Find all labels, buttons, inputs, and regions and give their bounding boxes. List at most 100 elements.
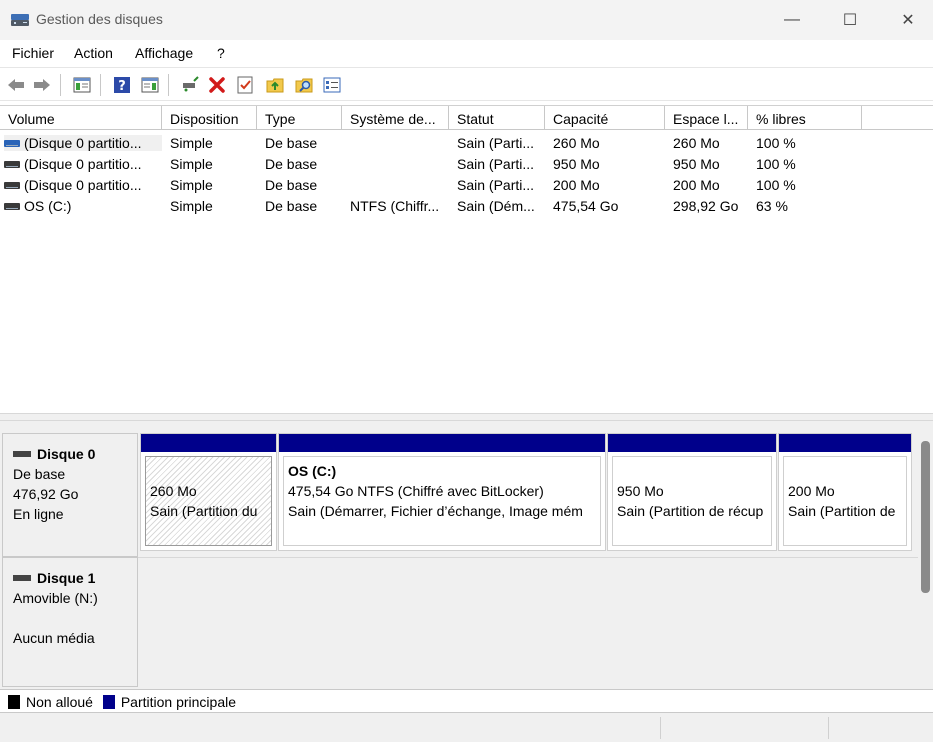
disk-0-state: En ligne bbox=[13, 506, 64, 522]
cell-type: De base bbox=[265, 135, 318, 151]
partition-status: Sain (Partition du bbox=[150, 503, 258, 519]
cell-espace-libre: 950 Mo bbox=[673, 156, 720, 172]
menu-help[interactable]: ? bbox=[217, 45, 225, 61]
partition-last[interactable]: 200 Mo Sain (Partition de bbox=[778, 433, 912, 551]
toolbar-separator bbox=[100, 74, 101, 96]
legend-label-unallocated: Non alloué bbox=[26, 694, 93, 710]
window-title: Gestion des disques bbox=[36, 11, 163, 27]
properties-icon[interactable] bbox=[322, 75, 342, 95]
partition-name: OS (C:) bbox=[288, 463, 337, 479]
cell-type: De base bbox=[265, 156, 318, 172]
cell-espace-libre: 260 Mo bbox=[673, 135, 720, 151]
column-header-filesystem[interactable]: Système de... bbox=[342, 106, 449, 130]
menu-bar: Fichier Action Affichage ? bbox=[0, 40, 933, 67]
cell-volume: OS (C:) bbox=[4, 198, 162, 214]
forward-arrow-icon[interactable] bbox=[32, 75, 52, 95]
table-row[interactable]: (Disque 0 partitio... Simple De base Sai… bbox=[0, 175, 933, 196]
disk-1-area bbox=[138, 557, 918, 687]
column-header-type[interactable]: Type bbox=[257, 106, 342, 130]
table-row[interactable]: (Disque 0 partitio... Simple De base Sai… bbox=[0, 154, 933, 175]
disk-icon bbox=[13, 574, 31, 581]
back-arrow-icon[interactable] bbox=[6, 75, 26, 95]
cell-volume: (Disque 0 partitio... bbox=[4, 156, 162, 172]
partition-body: OS (C:) 475,54 Go NTFS (Chiffré avec Bit… bbox=[283, 456, 601, 546]
svg-text:?: ? bbox=[118, 79, 126, 94]
scrollbar-thumb[interactable] bbox=[921, 441, 930, 593]
disk-graphical-view: Disque 0 De base 476,92 Go En ligne 260 … bbox=[0, 421, 918, 689]
status-bar bbox=[0, 713, 933, 742]
table-row[interactable]: OS (C:) Simple De base NTFS (Chiffr... S… bbox=[0, 196, 933, 217]
menu-affichage[interactable]: Affichage bbox=[135, 45, 193, 61]
cell-pourcent-libres: 100 % bbox=[756, 177, 796, 193]
volume-list: Volume Disposition Type Système de... St… bbox=[0, 105, 933, 413]
toolbar: ? bbox=[0, 67, 933, 101]
partition-size: 475,54 Go NTFS (Chiffré avec BitLocker) bbox=[288, 483, 544, 499]
properties-pane-icon[interactable] bbox=[140, 75, 160, 95]
drive-icon bbox=[4, 139, 20, 147]
partition-size: 260 Mo bbox=[150, 483, 197, 499]
checklist-icon[interactable] bbox=[235, 75, 255, 95]
close-button[interactable]: ✕ bbox=[879, 0, 933, 40]
cell-capacite: 200 Mo bbox=[553, 177, 600, 193]
column-header-capacite[interactable]: Capacité bbox=[545, 106, 665, 130]
partition-bar bbox=[141, 434, 276, 452]
help-icon[interactable]: ? bbox=[112, 75, 132, 95]
cell-pourcent-libres: 100 % bbox=[756, 135, 796, 151]
cell-volume-text: (Disque 0 partitio... bbox=[24, 156, 142, 172]
column-header-disposition[interactable]: Disposition bbox=[162, 106, 257, 130]
legend: Non alloué Partition principale bbox=[0, 689, 933, 713]
vertical-scrollbar[interactable] bbox=[918, 421, 933, 689]
cell-disposition: Simple bbox=[170, 198, 213, 214]
toolbar-separator bbox=[168, 74, 169, 96]
partition-status: Sain (Partition de récup bbox=[617, 503, 764, 519]
column-header-volume[interactable]: Volume bbox=[0, 106, 162, 130]
console-tree-icon[interactable] bbox=[72, 75, 92, 95]
partition-status: Sain (Partition de bbox=[788, 503, 896, 519]
column-header-empty bbox=[862, 106, 933, 130]
column-header-pourcent-libres[interactable]: % libres bbox=[748, 106, 862, 130]
cell-disposition: Simple bbox=[170, 177, 213, 193]
disk-0-label[interactable]: Disque 0 De base 476,92 Go En ligne bbox=[2, 433, 138, 557]
table-row[interactable]: (Disque 0 partitio... Simple De base Sai… bbox=[0, 133, 933, 154]
cell-pourcent-libres: 100 % bbox=[756, 156, 796, 172]
drive-icon bbox=[4, 181, 20, 189]
connect-disk-icon[interactable] bbox=[180, 75, 200, 95]
partition-status: Sain (Démarrer, Fichier d’échange, Image… bbox=[288, 503, 583, 519]
legend-swatch-unallocated bbox=[8, 695, 20, 709]
cell-disposition: Simple bbox=[170, 135, 213, 151]
search-icon[interactable] bbox=[294, 75, 314, 95]
maximize-button[interactable]: ☐ bbox=[821, 0, 879, 40]
cell-type: De base bbox=[265, 177, 318, 193]
cell-pourcent-libres: 63 % bbox=[756, 198, 788, 214]
minimize-button[interactable]: — bbox=[763, 0, 821, 40]
title-bar: Gestion des disques — ☐ ✕ bbox=[0, 0, 933, 40]
partition-efi[interactable]: 260 Mo Sain (Partition du bbox=[140, 433, 277, 551]
menu-fichier[interactable]: Fichier bbox=[12, 45, 54, 61]
pane-splitter[interactable] bbox=[0, 413, 933, 421]
cell-statut: Sain (Parti... bbox=[457, 135, 535, 151]
cell-volume: (Disque 0 partitio... bbox=[4, 135, 162, 151]
disk-1-label[interactable]: Disque 1 Amovible (N:) Aucun média bbox=[2, 557, 138, 687]
delete-icon[interactable] bbox=[207, 75, 227, 95]
cell-capacite: 950 Mo bbox=[553, 156, 600, 172]
column-header-statut[interactable]: Statut bbox=[449, 106, 545, 130]
cell-statut: Sain (Parti... bbox=[457, 177, 535, 193]
cell-espace-libre: 298,92 Go bbox=[673, 198, 739, 214]
disk-1-type: Amovible (N:) bbox=[13, 590, 98, 606]
cell-capacite: 475,54 Go bbox=[553, 198, 619, 214]
disk-0-type: De base bbox=[13, 466, 66, 482]
folder-up-icon[interactable] bbox=[265, 75, 285, 95]
partition-size: 200 Mo bbox=[788, 483, 835, 499]
column-header-espace-libre[interactable]: Espace l... bbox=[665, 106, 748, 130]
disk-1-size bbox=[13, 608, 127, 628]
cell-filesystem: NTFS (Chiffr... bbox=[350, 198, 440, 214]
legend-swatch-primary bbox=[102, 695, 115, 709]
partition-os-c[interactable]: OS (C:) 475,54 Go NTFS (Chiffré avec Bit… bbox=[278, 433, 606, 551]
partition-bar bbox=[779, 434, 911, 452]
partition-bar bbox=[608, 434, 776, 452]
cell-volume: (Disque 0 partitio... bbox=[4, 177, 162, 193]
menu-action[interactable]: Action bbox=[74, 45, 113, 61]
partition-recovery[interactable]: 950 Mo Sain (Partition de récup bbox=[607, 433, 777, 551]
partition-body: 260 Mo Sain (Partition du bbox=[145, 456, 272, 546]
cell-volume-text: OS (C:) bbox=[24, 198, 72, 214]
